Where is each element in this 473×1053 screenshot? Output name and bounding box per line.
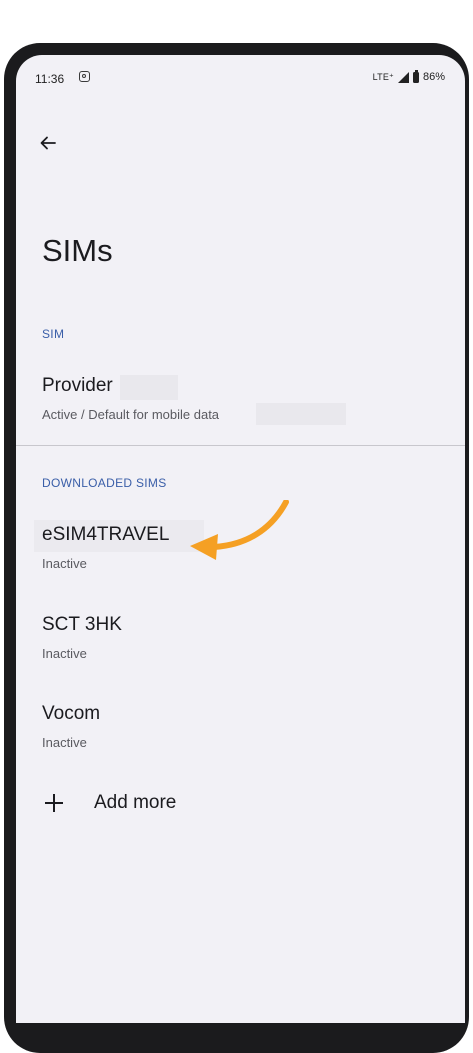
battery-percent: 86% bbox=[422, 71, 445, 83]
redacted-area bbox=[256, 403, 346, 425]
sim-item-subtitle: Inactive bbox=[42, 646, 87, 661]
section-header-sim: SIM bbox=[42, 327, 65, 341]
add-more-button[interactable]: Add more bbox=[42, 791, 176, 815]
settings-screen: 11:36 LTE⁺ 86% SIMs SIM Provider Active … bbox=[16, 55, 465, 1023]
status-bar: 11:36 LTE⁺ 86% bbox=[16, 55, 465, 103]
sim-item-subtitle: Inactive bbox=[42, 735, 87, 750]
sim-item-title: Provider bbox=[42, 375, 113, 396]
sim-item-subtitle: Inactive bbox=[42, 556, 87, 571]
status-indicators: LTE⁺ 86% bbox=[372, 69, 445, 83]
status-time: 11:36 bbox=[35, 72, 65, 86]
network-type: LTE⁺ bbox=[372, 71, 394, 82]
section-divider bbox=[16, 445, 465, 446]
plus-icon bbox=[42, 791, 66, 815]
sim-item-title: Vocom bbox=[42, 703, 101, 724]
redacted-area bbox=[120, 375, 178, 400]
sim-item-title: eSIM4TRAVEL bbox=[42, 524, 170, 545]
instagram-icon bbox=[79, 71, 90, 82]
sim-item-subtitle: Active / Default for mobile data bbox=[42, 407, 220, 422]
pointer-arrow-icon bbox=[190, 500, 289, 560]
section-header-downloaded-sims: DOWNLOADED SIMS bbox=[42, 476, 167, 490]
back-arrow-icon bbox=[40, 136, 56, 150]
page-title: SIMs bbox=[42, 233, 113, 268]
back-button[interactable] bbox=[32, 127, 64, 159]
add-more-label: Add more bbox=[94, 792, 177, 813]
signal-icon bbox=[397, 71, 409, 83]
battery-icon bbox=[412, 69, 419, 83]
sim-item-title: SCT 3HK bbox=[42, 614, 122, 635]
